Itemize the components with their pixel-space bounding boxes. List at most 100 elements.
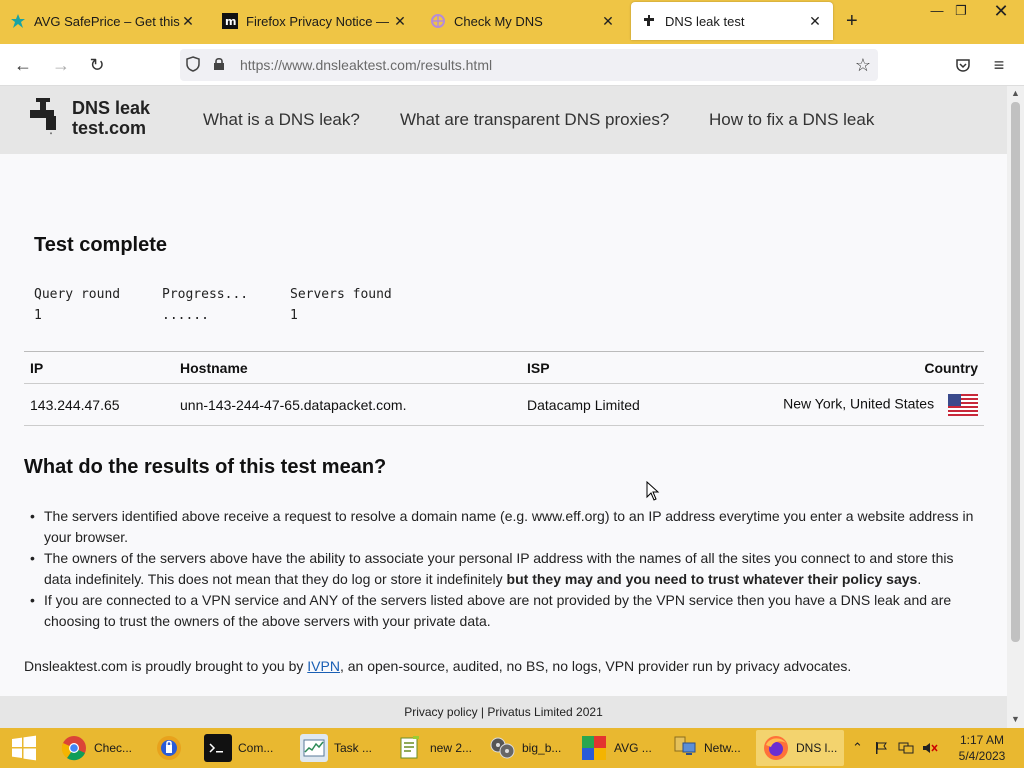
tap-logo-icon	[30, 98, 56, 135]
reload-button[interactable]: ↻	[84, 52, 110, 78]
taskbar-label: big_b...	[522, 741, 562, 755]
network-icon	[670, 734, 698, 762]
show-hidden-icons-button[interactable]: ⌃	[852, 728, 863, 768]
start-button[interactable]	[0, 728, 48, 768]
tab-firefox-privacy[interactable]: m Firefox Privacy Notice — Mo ✕	[212, 2, 418, 40]
list-item: The servers identified above receive a r…	[30, 506, 984, 548]
address-bar[interactable]: https://www.dnsleaktest.com/results.html…	[180, 49, 878, 81]
page-scrollbar[interactable]: ▲ ▼	[1007, 86, 1024, 728]
windows-logo-icon	[12, 735, 36, 761]
close-icon[interactable]: ✕	[180, 13, 196, 30]
logo-line-1: DNS leak	[72, 98, 151, 118]
column-header-isp: ISP	[521, 351, 721, 384]
explanation-list: The servers identified above receive a r…	[30, 506, 984, 632]
taskbar-label: Com...	[238, 741, 274, 755]
avg-secure-browser-icon	[156, 734, 182, 762]
volume-muted-icon[interactable]	[922, 728, 938, 768]
action-center-flag-icon[interactable]	[874, 728, 888, 768]
isp-cell: Datacamp Limited	[521, 383, 721, 426]
query-round-value: 1	[34, 308, 42, 323]
results-table: IP Hostname ISP Country 143.244.47.65 un…	[24, 351, 984, 426]
taskbar-label: AVG ...	[614, 741, 652, 755]
taskbar-item-network[interactable]: Netw...	[664, 730, 752, 766]
close-icon[interactable]: ✕	[807, 13, 823, 30]
system-clock[interactable]: 1:17 AM 5/4/2023	[952, 732, 1012, 764]
scrollbar-thumb[interactable]	[1011, 102, 1020, 642]
tab-bar: AVG SafePrice – Get this Exte ✕ m Firefo…	[0, 0, 1024, 44]
progress-label: Progress...	[162, 287, 249, 302]
tab-avg-safeprice[interactable]: AVG SafePrice – Get this Exte ✕	[0, 2, 206, 40]
tab-dns-leak-test[interactable]: DNS leak test ✕	[631, 2, 833, 40]
column-header-hostname: Hostname	[174, 351, 521, 384]
tab-title: DNS leak test	[665, 13, 745, 29]
clock-date: 5/4/2023	[958, 749, 1006, 763]
site-logo[interactable]: DNS leak test.com	[30, 98, 150, 138]
table-header-row: IP Hostname ISP Country	[24, 351, 984, 384]
firefox-icon	[762, 734, 790, 762]
svg-text:m: m	[225, 15, 236, 28]
task-manager-icon	[300, 734, 328, 762]
hostname-cell: unn-143-244-47-65.datapacket.com.	[174, 383, 521, 426]
taskbar-label: new 2...	[429, 741, 473, 755]
window-close-button[interactable]: ✕	[984, 0, 1018, 24]
table-row: 143.244.47.65 unn-143-244-47-65.datapack…	[24, 383, 984, 426]
network-tray-icon[interactable]	[898, 728, 914, 768]
restore-button[interactable]: ❐	[944, 0, 978, 24]
column-header-country: Country	[721, 351, 984, 384]
site-header: DNS leak test.com What is a DNS leak? Wh…	[0, 86, 1007, 154]
nav-transparent-dns-proxies[interactable]: What are transparent DNS proxies?	[400, 110, 669, 130]
bookmark-star-icon[interactable]: ☆	[848, 55, 878, 76]
taskbar-item-chrome[interactable]: Chec...	[54, 730, 148, 766]
new-tab-button[interactable]: +	[846, 10, 858, 33]
close-icon[interactable]: ✕	[392, 13, 408, 30]
shield-icon[interactable]	[180, 55, 206, 75]
tab-check-my-dns[interactable]: Check My DNS ✕	[420, 2, 626, 40]
taskbar-item-notepad-plus-plus[interactable]: new 2...	[390, 730, 478, 766]
list-item: The owners of the servers above have the…	[30, 548, 984, 590]
taskbar-item-avg[interactable]: AVG ...	[574, 730, 660, 766]
taskbar-item-media[interactable]: big_b...	[482, 730, 570, 766]
scroll-down-arrow-icon[interactable]: ▼	[1007, 714, 1024, 724]
column-header-ip: IP	[24, 351, 174, 384]
lock-icon[interactable]	[206, 57, 232, 74]
nav-how-to-fix[interactable]: How to fix a DNS leak	[709, 110, 874, 130]
bullet-end: .	[917, 571, 922, 587]
cmd-icon	[204, 734, 232, 762]
mouse-cursor-icon	[646, 481, 660, 501]
media-icon	[488, 734, 516, 762]
chrome-icon	[60, 734, 88, 762]
taskbar-label: Task ...	[334, 741, 373, 755]
tab-title: Firefox Privacy Notice — Mo	[246, 13, 392, 29]
forward-button[interactable]: →	[48, 52, 74, 78]
servers-found-value: 1	[290, 308, 298, 323]
taskbar-item-command-prompt[interactable]: Com...	[198, 730, 290, 766]
pocket-icon[interactable]	[950, 52, 976, 78]
country-cell: New York, United States	[721, 383, 984, 426]
site-footer[interactable]: Privacy policy | Privatus Limited 2021	[0, 696, 1007, 728]
close-icon[interactable]: ✕	[600, 13, 616, 30]
taskbar-item-firefox[interactable]: DNS l...	[756, 730, 844, 766]
nav-what-is-dns-leak[interactable]: What is a DNS leak?	[203, 110, 360, 130]
taskbar-item-avg-secure-browser[interactable]	[150, 730, 194, 766]
scroll-up-arrow-icon[interactable]: ▲	[1007, 88, 1024, 98]
tab-title: AVG SafePrice – Get this Exte	[34, 13, 180, 29]
ivpn-link[interactable]: IVPN	[307, 658, 340, 674]
test-status-heading: Test complete	[34, 234, 167, 256]
ip-cell: 143.244.47.65	[24, 383, 174, 426]
dnsleak-tap-icon	[641, 13, 657, 29]
explanation-heading: What do the results of this test mean?	[24, 456, 387, 478]
taskbar-item-task-manager[interactable]: Task ...	[294, 730, 386, 766]
taskbar-label: Netw...	[704, 741, 741, 755]
us-flag-icon	[948, 393, 978, 416]
notepadpp-icon	[396, 734, 424, 762]
url-text[interactable]: https://www.dnsleaktest.com/results.html	[240, 57, 848, 73]
sponsor-prefix: Dnsleaktest.com is proudly brought to yo…	[24, 658, 308, 674]
list-item: If you are connected to a VPN service an…	[30, 590, 984, 632]
back-button[interactable]: ←	[10, 52, 36, 78]
checkmydns-icon	[430, 13, 446, 29]
sponsor-suffix: , an open-source, audited, no BS, no log…	[339, 658, 852, 674]
page-content: DNS leak test.com What is a DNS leak? Wh…	[0, 86, 1007, 728]
query-round-label: Query round	[34, 287, 121, 302]
app-menu-icon[interactable]: ≡	[986, 52, 1012, 78]
mozilla-icon: m	[222, 13, 238, 29]
